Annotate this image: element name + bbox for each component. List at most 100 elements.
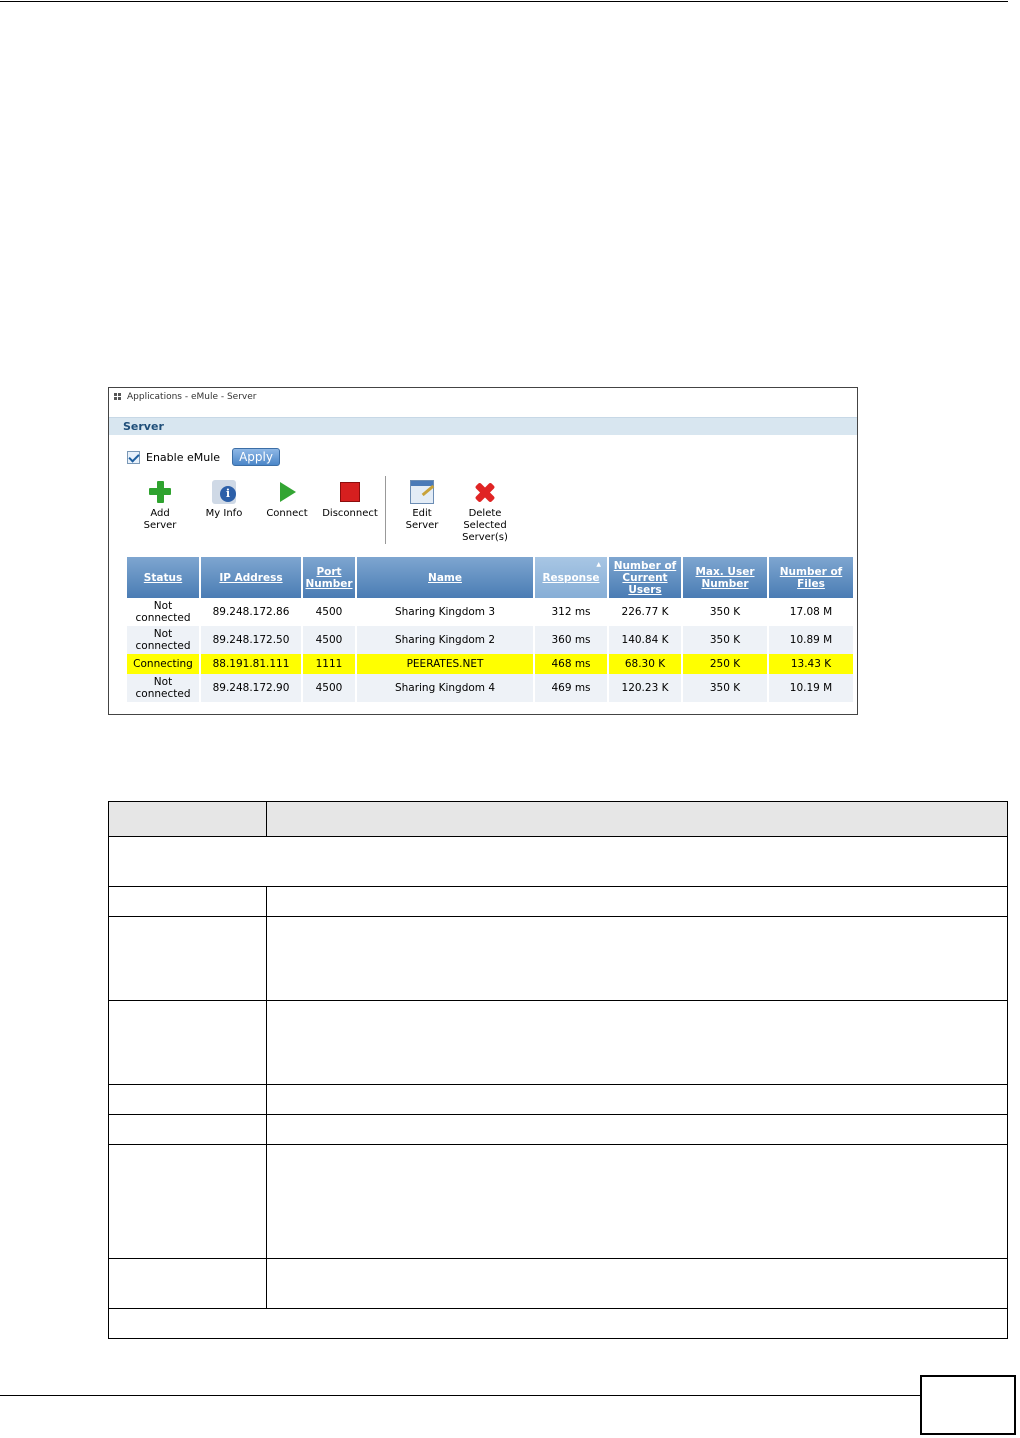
desc-header-row [108, 801, 1008, 837]
connect-label: Connect [266, 508, 308, 519]
cell-status: Not connected [127, 674, 199, 702]
desc-row [108, 1258, 1008, 1309]
cell-files: 10.89 M [769, 626, 853, 654]
cell-response: 468 ms [535, 654, 607, 674]
disconnect-label: Disconnect [322, 508, 378, 519]
desc-text-cell [266, 1144, 1008, 1259]
emule-server-screenshot: Applications - eMule - Server Server Ena… [108, 387, 858, 715]
desc-header-description [266, 801, 1008, 837]
desc-cell [108, 836, 1008, 887]
desc-label-cell [108, 1000, 267, 1085]
stop-icon [338, 480, 362, 504]
server-table-header: Status IP Address Port Number Name Respo… [127, 557, 853, 598]
delete-icon [473, 480, 497, 504]
cell-max-users: 350 K [683, 626, 767, 654]
cell-status: Not connected [127, 626, 199, 654]
page-number-box [920, 1375, 1016, 1435]
cell-ip-address: 88.191.81.111 [201, 654, 301, 674]
desc-text-cell [266, 916, 1008, 1001]
cell-port: 4500 [303, 626, 355, 654]
cell-response: 469 ms [535, 674, 607, 702]
delete-selected-label: Delete Selected Server(s) [462, 508, 508, 543]
cell-max-users: 350 K [683, 598, 767, 626]
column-max-user-number[interactable]: Max. User Number [683, 557, 767, 598]
desc-row [108, 1000, 1008, 1085]
play-icon [275, 480, 299, 504]
connect-button[interactable]: Connect [254, 480, 320, 520]
my-info-button[interactable]: My Info [191, 480, 257, 520]
table-row-selected[interactable]: Connecting 88.191.81.111 1111 PEERATES.N… [127, 654, 853, 674]
cell-files: 13.43 K [769, 654, 853, 674]
column-number-of-files[interactable]: Number of Files [769, 557, 853, 598]
desc-footer-row [108, 1308, 1008, 1339]
window-title-bar: Applications - eMule - Server [109, 388, 857, 405]
cell-status: Connecting [127, 654, 199, 674]
column-status[interactable]: Status [127, 557, 199, 598]
desc-row [108, 1144, 1008, 1259]
column-response[interactable]: Response [535, 557, 607, 598]
toolbar-separator [385, 476, 386, 544]
section-title: Server [109, 417, 857, 435]
desc-label-cell [108, 1144, 267, 1259]
grid-icon [114, 393, 121, 400]
column-current-users[interactable]: Number of Current Users [609, 557, 681, 598]
cell-ip-address: 89.248.172.86 [201, 598, 301, 626]
desc-text-cell [266, 1114, 1008, 1145]
disconnect-button[interactable]: Disconnect [317, 480, 383, 520]
desc-section-row [108, 836, 1008, 887]
cell-status: Not connected [127, 598, 199, 626]
desc-label-cell [108, 1084, 267, 1115]
desc-cell [108, 1308, 1008, 1339]
cell-port: 4500 [303, 674, 355, 702]
apply-button[interactable]: Apply [232, 448, 281, 466]
desc-text-cell [266, 1258, 1008, 1309]
add-icon [148, 480, 172, 504]
edit-server-button[interactable]: Edit Server [389, 480, 455, 532]
desc-row [108, 1114, 1008, 1145]
cell-name: Sharing Kingdom 4 [357, 674, 533, 702]
desc-label-cell [108, 916, 267, 1001]
cell-files: 10.19 M [769, 674, 853, 702]
add-server-button[interactable]: Add Server [127, 480, 193, 532]
desc-text-cell [266, 886, 1008, 917]
table-row[interactable]: Not connected 89.248.172.86 4500 Sharing… [127, 598, 853, 626]
cell-name: Sharing Kingdom 2 [357, 626, 533, 654]
edit-server-label: Edit Server [405, 508, 439, 531]
server-table: Status IP Address Port Number Name Respo… [125, 557, 855, 702]
page-bottom-rule [0, 1395, 920, 1396]
column-port-number[interactable]: Port Number [303, 557, 355, 598]
cell-current-users: 140.84 K [609, 626, 681, 654]
enable-emule-row: Enable eMule Apply [127, 448, 281, 466]
cell-current-users: 120.23 K [609, 674, 681, 702]
delete-selected-button[interactable]: Delete Selected Server(s) [452, 480, 518, 544]
cell-port: 1111 [303, 654, 355, 674]
cell-port: 4500 [303, 598, 355, 626]
cell-response: 312 ms [535, 598, 607, 626]
desc-label-cell [108, 886, 267, 917]
my-info-label: My Info [205, 508, 243, 519]
enable-emule-label: Enable eMule [146, 450, 221, 464]
window-title: Applications - eMule - Server [127, 391, 257, 402]
desc-label-cell [108, 1114, 267, 1145]
desc-text-cell [266, 1000, 1008, 1085]
cell-response: 360 ms [535, 626, 607, 654]
cell-files: 17.08 M [769, 598, 853, 626]
edit-icon [410, 480, 434, 504]
cell-current-users: 226.77 K [609, 598, 681, 626]
table-row[interactable]: Not connected 89.248.172.90 4500 Sharing… [127, 674, 853, 702]
desc-row [108, 1084, 1008, 1115]
cell-max-users: 350 K [683, 674, 767, 702]
column-ip-address[interactable]: IP Address [201, 557, 301, 598]
desc-row [108, 886, 1008, 917]
desc-row [108, 916, 1008, 1001]
page-top-rule [0, 1, 1008, 2]
cell-name: PEERATES.NET [357, 654, 533, 674]
desc-text-cell [266, 1084, 1008, 1115]
table-row[interactable]: Not connected 89.248.172.50 4500 Sharing… [127, 626, 853, 654]
desc-label-cell [108, 1258, 267, 1309]
enable-emule-checkbox[interactable] [127, 450, 140, 464]
column-name[interactable]: Name [357, 557, 533, 598]
cell-ip-address: 89.248.172.50 [201, 626, 301, 654]
cell-ip-address: 89.248.172.90 [201, 674, 301, 702]
cell-max-users: 250 K [683, 654, 767, 674]
